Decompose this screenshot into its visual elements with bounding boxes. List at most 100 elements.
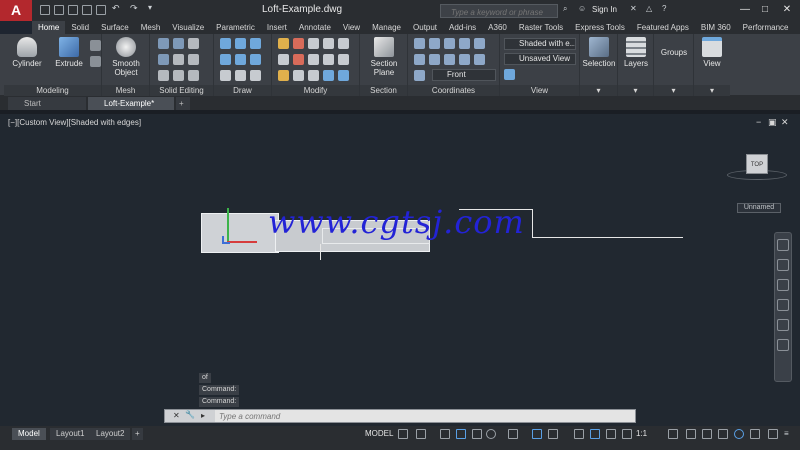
orbit-icon[interactable] — [777, 299, 789, 311]
ribbon-tab-manage[interactable]: Manage — [366, 21, 407, 34]
hardware-acceleration-icon[interactable] — [718, 429, 728, 439]
hatch-icon[interactable] — [250, 70, 261, 81]
ucs-world-icon[interactable] — [414, 54, 425, 65]
align-icon[interactable] — [278, 70, 289, 81]
panel-label-modeling[interactable]: Modeling — [4, 85, 101, 96]
annotation-scale-icon[interactable] — [622, 429, 632, 439]
ucs-x-icon[interactable] — [444, 38, 455, 49]
view-button[interactable]: View — [696, 37, 728, 68]
ribbon-tab-output[interactable]: Output — [407, 21, 443, 34]
extrude-button[interactable]: Extrude — [52, 37, 86, 68]
ribbon-tab-surface[interactable]: Surface — [95, 21, 135, 34]
ribbon-tab-featured-apps[interactable]: Featured Apps — [631, 21, 695, 34]
model-space-button[interactable]: MODEL — [362, 428, 396, 440]
shell-icon[interactable] — [188, 70, 199, 81]
showmotion-icon[interactable] — [777, 319, 789, 331]
search-input[interactable] — [440, 4, 558, 18]
layers-button[interactable]: Layers — [620, 37, 652, 68]
ribbon-tab-parametric[interactable]: Parametric — [210, 21, 261, 34]
erase-icon[interactable] — [308, 70, 319, 81]
ucs-z-icon[interactable] — [474, 38, 485, 49]
ribbon-tab-add-ins[interactable]: Add-ins — [443, 21, 482, 34]
ribbon-tab-express-tools[interactable]: Express Tools — [569, 21, 631, 34]
zoom-icon[interactable] — [777, 279, 789, 291]
panel-label-modify[interactable]: Modify — [272, 85, 359, 96]
auto-scale-icon[interactable] — [606, 429, 616, 439]
selection-button[interactable]: Selection — [582, 37, 616, 68]
ribbon-tab-performance[interactable]: Performance — [737, 21, 795, 34]
slice-icon[interactable] — [188, 38, 199, 49]
customize-qat-icon[interactable]: ▾ — [148, 3, 158, 13]
ellipse-icon[interactable] — [235, 70, 246, 81]
customization-icon[interactable] — [750, 429, 760, 439]
open-file-icon[interactable] — [54, 5, 64, 15]
mirror-icon[interactable] — [308, 54, 319, 65]
stay-connected-icon[interactable]: △ — [646, 4, 656, 14]
save-as-icon[interactable] — [82, 5, 92, 15]
panel-label-view[interactable]: View — [500, 85, 579, 96]
ucs-icon[interactable] — [414, 38, 425, 49]
stretch-icon[interactable] — [323, 38, 334, 49]
interfere-icon[interactable] — [173, 54, 184, 65]
ribbon-tab-a360[interactable]: A360 — [482, 21, 513, 34]
named-view-dropdown[interactable]: Unsaved View — [504, 53, 576, 65]
rectangle-icon[interactable] — [235, 54, 246, 65]
new-tab-button[interactable]: + — [176, 97, 190, 110]
plot-icon[interactable] — [96, 5, 106, 15]
file-tab-loft-example[interactable]: Loft-Example* — [88, 97, 174, 110]
sign-in-button[interactable]: Sign In — [592, 5, 617, 14]
polyline-icon[interactable] — [235, 38, 246, 49]
command-input[interactable] — [219, 411, 619, 421]
plus-icon[interactable] — [686, 429, 696, 439]
drawing-viewport[interactable] — [0, 110, 800, 426]
gear-icon[interactable] — [668, 429, 678, 439]
scale-value[interactable]: 1:1 — [636, 429, 647, 438]
3d-mirror-icon[interactable] — [338, 70, 349, 81]
spline-icon[interactable] — [220, 54, 231, 65]
ucs-object-icon[interactable] — [444, 54, 455, 65]
layout-tab-layout1[interactable]: Layout1 — [50, 428, 91, 440]
object-snap-tracking-icon[interactable] — [532, 429, 542, 439]
panel-label-draw[interactable]: Draw — [214, 85, 271, 96]
union-icon[interactable] — [158, 38, 169, 49]
circle-icon[interactable] — [250, 54, 261, 65]
panel-label-mesh[interactable]: Mesh — [102, 85, 149, 96]
subtract-icon[interactable] — [173, 38, 184, 49]
recent-commands-icon[interactable]: ▸ — [201, 411, 205, 420]
line-icon[interactable] — [220, 38, 231, 49]
full-screen-icon[interactable] — [768, 429, 778, 439]
dynamic-input-icon[interactable] — [456, 429, 466, 439]
ribbon-tab-home[interactable]: Home — [32, 21, 66, 34]
window-minimize-button[interactable]: — — [736, 2, 754, 18]
snap-icon[interactable] — [416, 429, 426, 439]
file-tab-start[interactable]: Start — [8, 97, 86, 110]
ribbon-tab-mesh[interactable]: Mesh — [135, 21, 167, 34]
layout-tab-layout2[interactable]: Layout2 — [90, 428, 131, 440]
viewport-config-icon[interactable] — [504, 69, 515, 80]
infer-constraints-icon[interactable] — [440, 429, 450, 439]
viewport-restore-button[interactable]: ▣ — [768, 117, 777, 128]
isometric-icon[interactable] — [508, 429, 518, 439]
new-file-icon[interactable] — [40, 5, 50, 15]
redo-icon[interactable]: ↷ — [130, 3, 140, 13]
window-close-button[interactable]: ✕ — [778, 2, 796, 18]
array-icon[interactable] — [323, 54, 334, 65]
panel-label-section[interactable]: Section — [360, 85, 407, 96]
extract-edges-icon[interactable] — [158, 70, 169, 81]
object-snap-icon[interactable] — [548, 429, 558, 439]
copy-icon[interactable] — [308, 38, 319, 49]
ucs-3point-icon[interactable] — [474, 54, 485, 65]
menu-icon[interactable]: ≡ — [784, 429, 794, 439]
wrench-icon[interactable]: 🔧 — [185, 410, 195, 419]
3d-array-icon[interactable] — [323, 70, 334, 81]
section-plane-button[interactable]: Section Plane — [366, 37, 402, 77]
ucs-view-icon[interactable] — [429, 54, 440, 65]
ribbon-tab-insert[interactable]: Insert — [261, 21, 293, 34]
viewcube[interactable]: TOP — [746, 154, 768, 174]
visual-style-dropdown[interactable]: Shaded with e... — [504, 38, 576, 50]
ucs-previous-icon[interactable] — [414, 70, 425, 81]
navbar-options-icon[interactable] — [777, 339, 789, 351]
panel-label-solid-editing[interactable]: Solid Editing — [150, 85, 213, 96]
application-menu-button[interactable]: A — [0, 0, 32, 21]
arc-icon[interactable] — [250, 38, 261, 49]
